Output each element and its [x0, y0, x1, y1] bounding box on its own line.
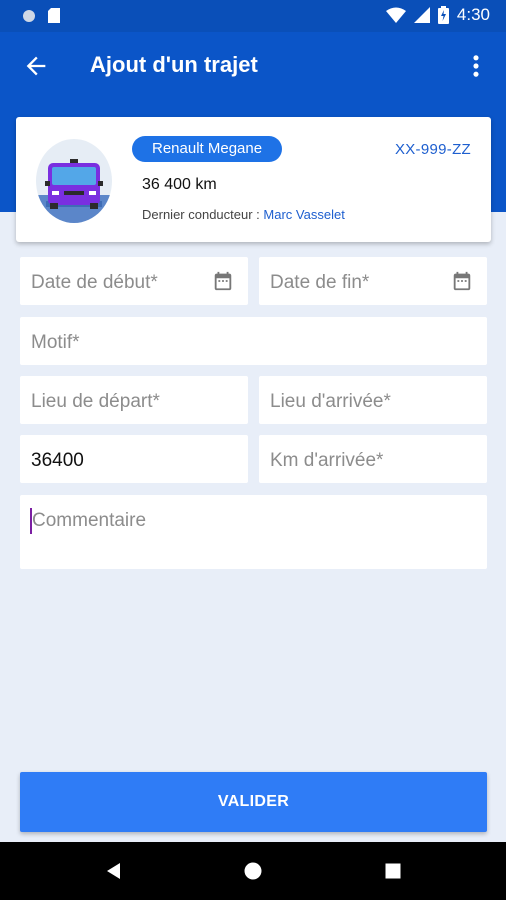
date-debut-field[interactable]: Date de début*: [20, 257, 248, 305]
commentaire-field[interactable]: Commentaire: [20, 495, 487, 569]
km-arrivee-placeholder: Km d'arrivée*: [270, 450, 384, 471]
signal-icon: [413, 7, 430, 23]
lieu-arrivee-placeholder: Lieu d'arrivée*: [270, 391, 391, 412]
battery-charging-icon: [437, 6, 449, 24]
valider-button[interactable]: VALIDER: [20, 772, 487, 832]
vehicle-mileage: 36 400 km: [142, 176, 217, 193]
system-nav-bar: [0, 842, 506, 900]
status-time: 4:30: [456, 5, 490, 24]
motif-placeholder: Motif*: [31, 332, 80, 353]
more-vert-icon[interactable]: [462, 52, 490, 80]
lieu-arrivee-field[interactable]: Lieu d'arrivée*: [259, 376, 487, 424]
last-driver: Dernier conducteur : Marc Vasselet: [142, 207, 345, 222]
calendar-icon[interactable]: [451, 270, 473, 292]
circle-icon: [23, 9, 35, 22]
page-title: Ajout d'un trajet: [90, 52, 258, 77]
date-fin-placeholder: Date de fin*: [270, 272, 370, 293]
last-driver-label: Dernier conducteur :: [142, 207, 260, 222]
vehicle-model-badge: Renault Megane: [132, 136, 283, 162]
sim-card-icon: [48, 8, 60, 23]
app-bar: Ajout d'un trajet: [0, 32, 506, 100]
car-icon: [36, 139, 112, 223]
nav-recents-icon[interactable]: [382, 860, 404, 882]
motif-field[interactable]: Motif*: [20, 317, 487, 365]
km-depart-value: 36400: [31, 450, 84, 471]
license-plate: XX-999-ZZ: [394, 141, 471, 158]
calendar-icon[interactable]: [212, 270, 234, 292]
date-debut-placeholder: Date de début*: [31, 272, 158, 293]
vehicle-card[interactable]: Renault Megane XX-999-ZZ 36 400 km Derni…: [16, 117, 491, 242]
nav-back-icon[interactable]: [103, 860, 125, 882]
commentaire-placeholder: Commentaire: [32, 510, 147, 531]
km-depart-field[interactable]: 36400: [20, 435, 248, 483]
wifi-icon: [385, 7, 406, 23]
lieu-depart-placeholder: Lieu de départ*: [31, 391, 160, 412]
status-bar: 4:30: [0, 0, 506, 32]
date-fin-field[interactable]: Date de fin*: [259, 257, 487, 305]
last-driver-name: Marc Vasselet: [263, 207, 345, 222]
lieu-depart-field[interactable]: Lieu de départ*: [20, 376, 248, 424]
km-arrivee-field[interactable]: Km d'arrivée*: [259, 435, 487, 483]
nav-home-icon[interactable]: [242, 860, 264, 882]
arrow-back-icon[interactable]: [22, 52, 50, 80]
